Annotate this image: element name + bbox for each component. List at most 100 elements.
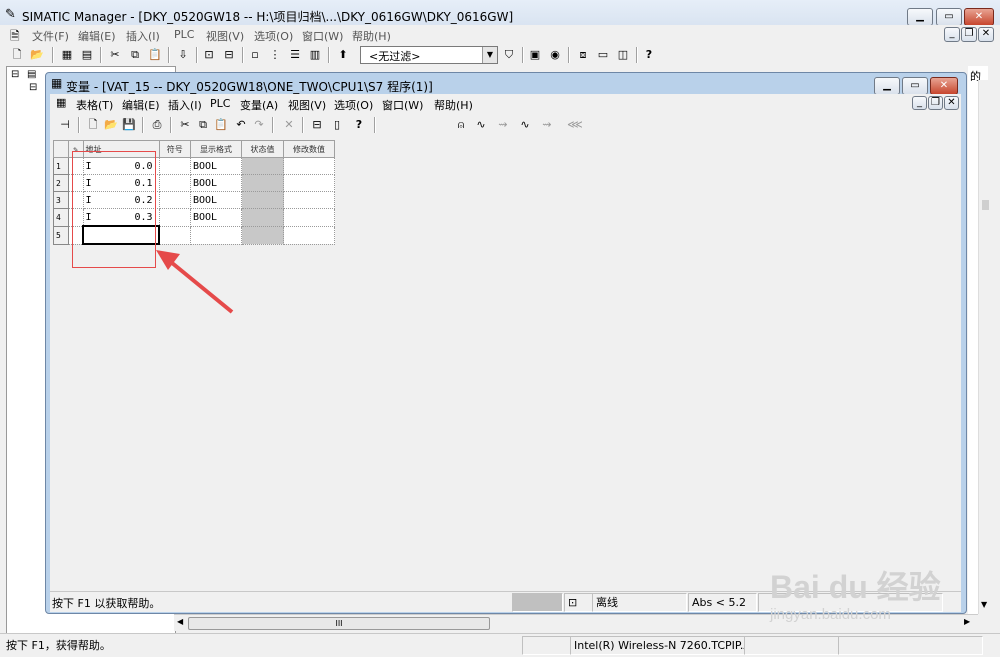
symbol-cell[interactable] [158, 191, 191, 209]
symbol-cell[interactable] [158, 157, 191, 175]
large-icons-icon[interactable]: ▫ [246, 46, 264, 64]
outer-vertical-scrollbar[interactable]: ▼ [978, 80, 993, 614]
list-icon[interactable]: ☰ [286, 46, 304, 64]
col-status-value[interactable]: 状态值 [241, 140, 284, 158]
modify-value-cell[interactable] [283, 225, 335, 245]
chevron-down-icon[interactable]: ▼ [482, 47, 497, 63]
menu-help[interactable]: 帮助(H) [434, 97, 473, 113]
monitor-icon[interactable]: ▯ [328, 116, 346, 134]
modify-value-cell[interactable] [283, 174, 335, 192]
inner-maximize-button[interactable]: ▭ [902, 77, 928, 95]
modify-value-cell[interactable] [283, 157, 335, 175]
menu-options[interactable]: 选项(O) [254, 28, 293, 44]
new-icon[interactable]: 🗋 [8, 46, 26, 64]
open-icon[interactable]: 📂 [28, 46, 46, 64]
simulation-icon[interactable]: ▣ [526, 46, 544, 64]
filter-dropdown[interactable]: <无过滤> ▼ [360, 46, 498, 64]
row-number[interactable]: 3 [53, 191, 69, 209]
up-level-icon[interactable]: ⬆ [334, 46, 352, 64]
context-help-icon[interactable]: ? [640, 46, 658, 64]
filter-settings-icon[interactable]: ⛉ [500, 46, 518, 64]
pin-icon[interactable]: ⊣ [56, 116, 74, 134]
format-cell[interactable]: BOOL [190, 174, 242, 192]
menu-view[interactable]: 视图(V) [288, 97, 326, 113]
modify-value-cell[interactable] [283, 191, 335, 209]
menu-table[interactable]: 表格(T) [76, 97, 113, 113]
monitor-variable-icon[interactable]: ⍝ [452, 116, 470, 134]
menu-insert[interactable]: 插入(I) [168, 97, 202, 113]
close-button[interactable]: ✕ [964, 8, 994, 26]
offline-icon[interactable]: ⊟ [220, 46, 238, 64]
row-number[interactable]: 1 [53, 157, 69, 175]
online-connect-icon[interactable]: ⊟ [308, 116, 326, 134]
menu-view[interactable]: 视图(V) [206, 28, 244, 44]
new-icon[interactable]: 🗋 [84, 116, 102, 134]
enable-peripheral-icon[interactable]: ⋘ [566, 116, 584, 134]
scroll-down-icon[interactable]: ▼ [981, 600, 987, 609]
col-display-format[interactable]: 显示格式 [190, 140, 242, 158]
col-modify-value[interactable]: 修改数值 [283, 140, 335, 158]
modify-value-cell[interactable] [283, 208, 335, 227]
copy-icon[interactable]: ⧉ [194, 116, 212, 134]
paste-icon[interactable]: 📋 [212, 116, 230, 134]
redo-icon[interactable]: ↷ [250, 116, 268, 134]
menu-plc[interactable]: PLC [210, 97, 230, 110]
update-icon[interactable]: ⇝ [494, 116, 512, 134]
context-help-icon[interactable]: ? [350, 116, 368, 134]
open-icon[interactable]: 📂 [102, 116, 120, 134]
menu-options[interactable]: 选项(O) [334, 97, 373, 113]
undo-icon[interactable]: ↶ [232, 116, 250, 134]
menu-window[interactable]: 窗口(W) [302, 28, 343, 44]
menu-insert[interactable]: 插入(I) [126, 28, 160, 44]
row-number[interactable]: 4 [53, 208, 69, 227]
paste-icon[interactable]: 📋 [146, 46, 164, 64]
format-cell[interactable]: BOOL [190, 157, 242, 175]
force-icon[interactable]: ⇝ [538, 116, 556, 134]
menu-edit[interactable]: 编辑(E) [122, 97, 160, 113]
print-icon[interactable]: ⎙ [148, 116, 166, 134]
modify-variable-icon[interactable]: ∿ [472, 116, 490, 134]
format-cell[interactable]: BOOL [190, 208, 242, 227]
cascade-icon[interactable]: ⧈ [574, 46, 592, 64]
online-icon[interactable]: ⊡ [200, 46, 218, 64]
tile-vertical-icon[interactable]: ◫ [614, 46, 632, 64]
inner-mdi-close-button[interactable]: ✕ [944, 96, 959, 110]
scroll-thumb[interactable]: III [188, 617, 490, 630]
col-symbol[interactable]: 符号 [158, 140, 191, 158]
copy-icon[interactable]: ⧉ [126, 46, 144, 64]
menu-window[interactable]: 窗口(W) [382, 97, 423, 113]
small-icons-icon[interactable]: ⋮ [266, 46, 284, 64]
maximize-button[interactable]: ▭ [936, 8, 962, 26]
tree-expand-icon[interactable]: ⊟ [11, 69, 19, 80]
symbol-cell[interactable] [158, 208, 191, 227]
menu-variable[interactable]: 变量(A) [240, 97, 278, 113]
symbol-cell[interactable] [158, 174, 191, 192]
format-cell[interactable]: BOOL [190, 191, 242, 209]
download-icon[interactable]: ⇩ [174, 46, 192, 64]
memory-card-icon[interactable]: ▤ [78, 46, 96, 64]
menu-help[interactable]: 帮助(H) [352, 28, 391, 44]
netpro-icon[interactable]: ◉ [546, 46, 564, 64]
inner-mdi-minimize-button[interactable]: _ [912, 96, 927, 110]
menu-plc[interactable]: PLC [174, 28, 194, 41]
tree-expand-icon[interactable]: ⊟ [29, 82, 37, 93]
cut-icon[interactable]: ✂ [106, 46, 124, 64]
mdi-minimize-button[interactable]: _ [944, 27, 960, 42]
row-number[interactable]: 5 [53, 225, 69, 245]
cut-icon[interactable]: ✂ [176, 116, 194, 134]
delete-icon[interactable]: ✕ [280, 116, 298, 134]
minimize-button[interactable]: ▁ [907, 8, 933, 26]
mdi-restore-button[interactable]: ❐ [961, 27, 977, 42]
inner-close-button[interactable]: ✕ [930, 77, 958, 95]
save-icon[interactable]: 💾 [120, 116, 138, 134]
details-icon[interactable]: ▥ [306, 46, 324, 64]
tile-horizontal-icon[interactable]: ▭ [594, 46, 612, 64]
mdi-close-button[interactable]: ✕ [978, 27, 994, 42]
scroll-left-icon[interactable]: ◀ [177, 617, 183, 626]
row-number[interactable]: 2 [53, 174, 69, 192]
activate-modify-icon[interactable]: ∿ [516, 116, 534, 134]
scroll-thumb[interactable] [982, 200, 989, 210]
inner-minimize-button[interactable]: ▁ [874, 77, 900, 95]
menu-edit[interactable]: 编辑(E) [78, 28, 116, 44]
inner-mdi-restore-button[interactable]: ❐ [928, 96, 943, 110]
